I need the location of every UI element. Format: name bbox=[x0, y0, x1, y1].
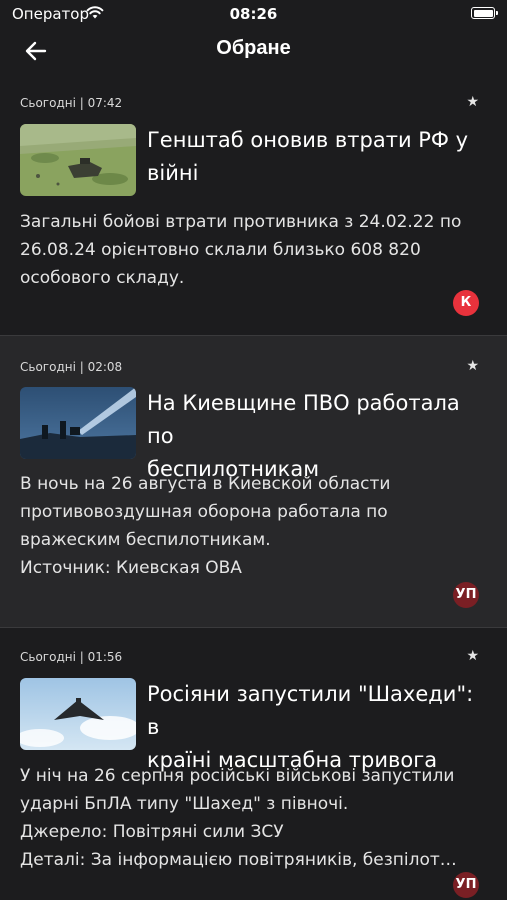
drone-image bbox=[20, 678, 136, 750]
battery-icon bbox=[471, 7, 498, 19]
source-badge: УП bbox=[453, 582, 479, 608]
star-icon[interactable]: ★ bbox=[466, 358, 479, 374]
article-meta: Сьогодні | 07:42 bbox=[20, 96, 123, 110]
article-meta: Сьогодні | 01:56 bbox=[20, 650, 123, 664]
article-summary: В ночь на 26 августа в Киевской области … bbox=[20, 474, 391, 578]
article-title[interactable]: Генштаб оновив втрати РФ у війні bbox=[147, 124, 487, 190]
article-meta: Сьогодні | 02:08 bbox=[20, 360, 123, 374]
battlefield-image bbox=[20, 124, 136, 196]
clock: 08:26 bbox=[229, 5, 278, 23]
page-title: Обране bbox=[216, 37, 291, 59]
article-summary: Загальні бойові втрати противника з 24.0… bbox=[20, 212, 462, 288]
news-card[interactable]: Сьогодні | 01:56 ★ Росіяни запустили "Ша… bbox=[0, 628, 507, 900]
source-badge: УП bbox=[453, 872, 479, 898]
source-badge: К bbox=[453, 290, 479, 316]
news-card[interactable]: Сьогодні | 07:42 ★ Генштаб оновив втрати… bbox=[0, 74, 507, 336]
article-summary: У ніч на 26 серпня російські військові з… bbox=[20, 766, 457, 870]
star-icon[interactable]: ★ bbox=[466, 94, 479, 110]
status-bar: Оператор 08:26 bbox=[0, 0, 507, 30]
star-icon[interactable]: ★ bbox=[466, 648, 479, 664]
air-defense-image bbox=[20, 387, 136, 459]
navigation-bar: Обране bbox=[0, 28, 507, 74]
news-card[interactable]: Сьогодні | 02:08 ★ На Киевщине ПВО работ… bbox=[0, 336, 507, 627]
